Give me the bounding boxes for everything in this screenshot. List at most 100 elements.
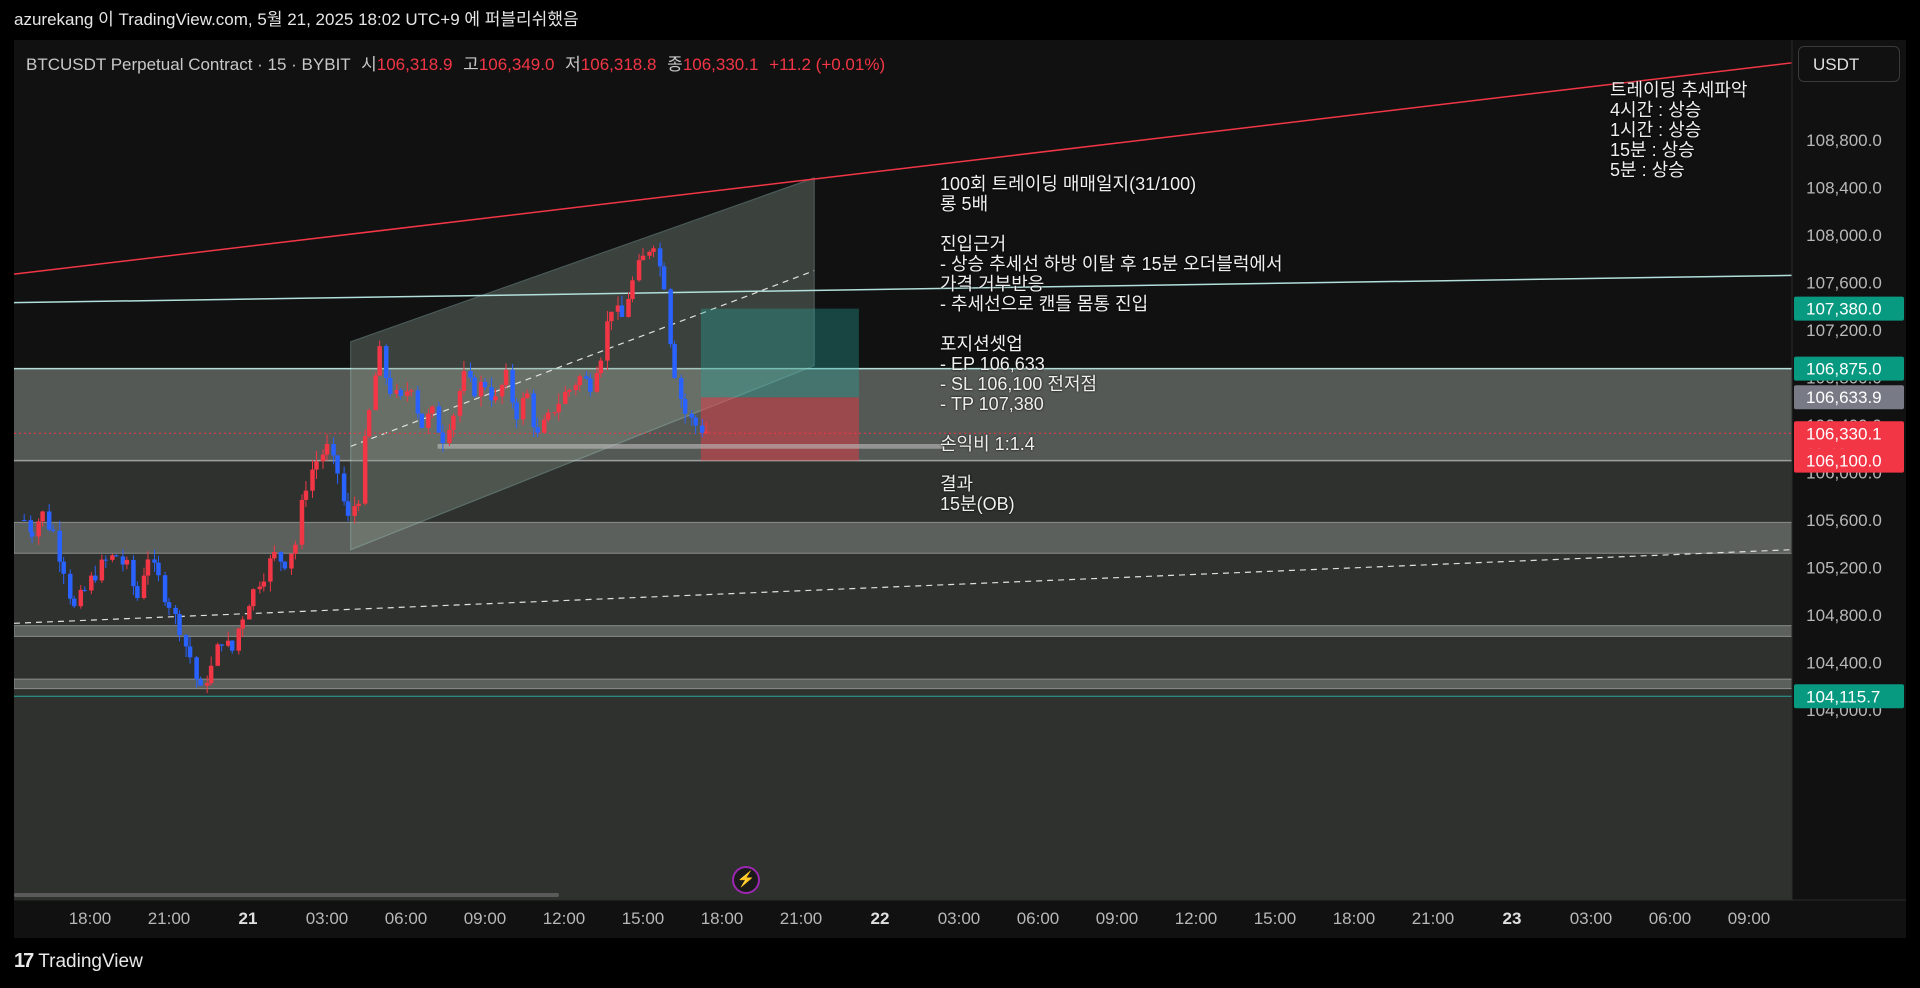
candle-body bbox=[268, 558, 273, 582]
candle-body bbox=[208, 665, 214, 684]
take-profit-zone bbox=[700, 308, 859, 398]
candle-body bbox=[162, 575, 168, 603]
candle-body bbox=[567, 389, 572, 392]
candle-body bbox=[651, 248, 656, 252]
candle-body bbox=[552, 412, 558, 414]
candle-body bbox=[605, 321, 610, 361]
time-tick-label: 18:00 bbox=[1333, 909, 1376, 928]
chart-frame[interactable]: 104,000.0 104,400.0 104,800.0 105,200.0 105,… bbox=[14, 40, 1906, 938]
candle-body bbox=[156, 562, 161, 576]
candle-body bbox=[103, 559, 109, 561]
order-block bbox=[437, 444, 944, 449]
candle-body bbox=[282, 561, 288, 569]
candle-body bbox=[499, 384, 505, 397]
candle-body bbox=[110, 555, 115, 560]
low-value: 106,318.8 bbox=[580, 55, 657, 74]
candle-body bbox=[678, 378, 684, 399]
candle-body bbox=[240, 619, 245, 629]
time-tick-label: 06:00 bbox=[1649, 909, 1692, 928]
candle-body bbox=[451, 415, 456, 430]
time-tick-label: 18:00 bbox=[701, 909, 744, 928]
candle-body bbox=[331, 443, 336, 456]
candle-body bbox=[377, 346, 382, 376]
tradingview-logo-icon: 17 bbox=[14, 950, 34, 972]
lightning-icon[interactable]: ⚡ bbox=[732, 866, 760, 894]
time-tick-label: 03:00 bbox=[1570, 909, 1613, 928]
close-value: 106,330.1 bbox=[682, 55, 759, 74]
candle-body bbox=[229, 640, 235, 651]
candle-body bbox=[236, 628, 242, 651]
candle-body bbox=[405, 391, 410, 396]
candle-body bbox=[345, 501, 351, 516]
symbol-name[interactable]: BTCUSDT Perpetual Contract · 15 · BYBIT bbox=[26, 55, 350, 74]
candle-body bbox=[510, 369, 515, 403]
candle-body bbox=[335, 455, 340, 474]
candle-body bbox=[194, 657, 199, 680]
candle-body bbox=[661, 266, 667, 290]
candle-body bbox=[310, 469, 315, 491]
candle-body bbox=[468, 371, 473, 378]
candle-body bbox=[226, 640, 231, 646]
tradingview-logo[interactable]: 17 TradingView bbox=[14, 950, 143, 973]
candle-body bbox=[440, 432, 446, 444]
candle-body bbox=[99, 559, 105, 581]
candle-body bbox=[299, 499, 305, 545]
candle-body bbox=[563, 391, 568, 404]
journal-note[interactable]: 100회 트레이딩 매매일지(31/100) 롱 5배 진입근거 - 상승 추세… bbox=[940, 174, 1283, 514]
horizontal-scrollbar[interactable] bbox=[14, 893, 559, 897]
currency-button[interactable]: USDT bbox=[1798, 46, 1900, 82]
time-tick-label: 23 bbox=[1503, 909, 1522, 928]
candle-body bbox=[251, 589, 256, 607]
candle-body bbox=[152, 559, 157, 563]
symbol-legend[interactable]: BTCUSDT Perpetual Contract · 15 · BYBIT … bbox=[26, 50, 885, 75]
candle-body bbox=[57, 530, 62, 562]
price-tick-label: 105,600.0 bbox=[1806, 511, 1882, 530]
candle-body bbox=[82, 589, 87, 591]
candle-body bbox=[303, 490, 309, 500]
candle-body bbox=[647, 251, 652, 256]
tradingview-brand: TradingView bbox=[38, 950, 143, 972]
candle-body bbox=[71, 598, 77, 607]
price-tick-label: 108,400.0 bbox=[1806, 179, 1882, 198]
candle-body bbox=[503, 369, 509, 385]
candle-body bbox=[619, 305, 625, 317]
candle-body bbox=[430, 406, 435, 414]
candle-body bbox=[145, 559, 151, 576]
candle-body bbox=[261, 581, 267, 587]
time-tick-label: 09:00 bbox=[1096, 909, 1139, 928]
candle-body bbox=[630, 280, 635, 300]
candle-body bbox=[588, 378, 593, 392]
candle-body bbox=[409, 390, 414, 392]
candle-body bbox=[514, 402, 519, 420]
candle-body bbox=[362, 436, 368, 504]
candle-body bbox=[383, 346, 389, 378]
candle-body bbox=[314, 461, 319, 470]
candle-body bbox=[556, 403, 561, 413]
time-tick-label: 03:00 bbox=[306, 909, 349, 928]
candle-body bbox=[173, 607, 178, 615]
candle-body bbox=[668, 289, 673, 345]
time-tick-label: 15:00 bbox=[1254, 909, 1297, 928]
candle-body bbox=[682, 398, 688, 414]
candle-body bbox=[89, 575, 94, 591]
candle-body bbox=[135, 586, 140, 599]
candle-body bbox=[40, 511, 45, 522]
candle-body bbox=[457, 390, 463, 416]
time-tick-label: 06:00 bbox=[385, 909, 428, 928]
candle-body bbox=[472, 377, 477, 397]
candle-body bbox=[419, 413, 425, 428]
price-label-text: 106,633.9 bbox=[1806, 388, 1882, 407]
time-tick-label: 21:00 bbox=[780, 909, 823, 928]
candle-body bbox=[293, 544, 298, 554]
candle-body bbox=[187, 646, 193, 658]
time-tick-label: 22 bbox=[871, 909, 890, 928]
candle-body bbox=[609, 311, 614, 322]
grey-band-2 bbox=[14, 678, 1793, 690]
trend-note[interactable]: 트레이딩 추세파악 4시간 : 상승 1시간 : 상승 15분 : 상승 5분 … bbox=[1610, 80, 1747, 180]
candle-body bbox=[584, 376, 589, 379]
time-tick-label: 03:00 bbox=[938, 909, 981, 928]
close-label: 종 bbox=[667, 55, 683, 74]
candle-body bbox=[320, 454, 326, 462]
candle-body bbox=[46, 511, 52, 530]
open-label: 시 bbox=[361, 55, 377, 74]
